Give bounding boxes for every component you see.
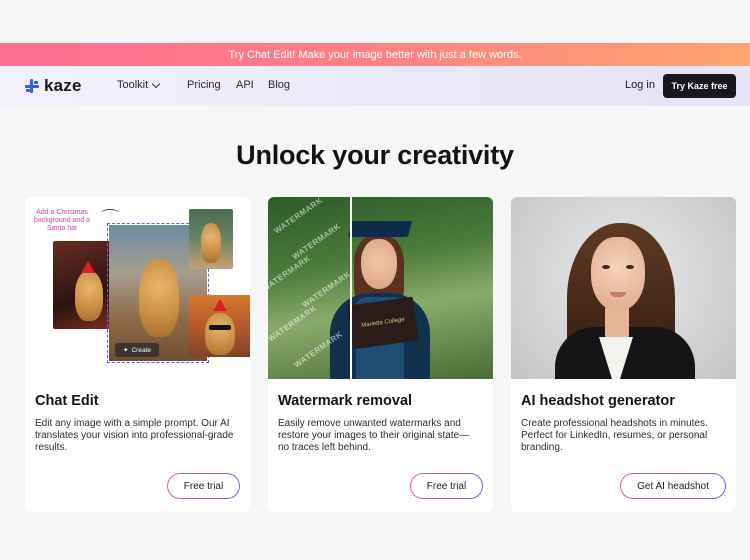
card-title: Watermark removal: [278, 393, 413, 409]
watermark-removal-image: Marietta College WATERMARK WATERMARK WAT…: [268, 197, 493, 379]
top-nav: kaze Toolkit Pricing API Blog Log in: [0, 66, 750, 106]
top-spacer: [0, 0, 750, 43]
logo-wordmark: kaze: [44, 76, 82, 95]
create-label: Create: [131, 346, 151, 354]
nav-blog[interactable]: Blog: [268, 79, 290, 91]
ai-headshot-image: [511, 197, 736, 379]
nav-toolkit-label: Toolkit: [117, 79, 149, 91]
card-description: Easily remove unwanted watermarks and re…: [278, 418, 470, 453]
diploma-text: Marietta College: [360, 316, 406, 330]
create-button[interactable]: ✦ Create: [115, 343, 159, 357]
nav-toolkit[interactable]: Toolkit: [117, 79, 161, 91]
chat-edit-image: Add a Christmas background and a Santa h…: [25, 197, 250, 379]
logo[interactable]: kaze: [25, 76, 82, 96]
page-title: Unlock your creativity: [236, 140, 514, 170]
chevron-down-icon: [151, 79, 161, 88]
card-chat-edit: Add a Christmas background and a Santa h…: [25, 197, 250, 512]
nav-api[interactable]: API: [236, 79, 254, 91]
sparkle-icon: ✦: [123, 347, 129, 354]
nav-pricing[interactable]: Pricing: [187, 79, 221, 91]
garden-dog-photo: [189, 209, 233, 269]
diploma: Marietta College: [347, 296, 419, 350]
try-kaze-free-button[interactable]: Try Kaze free: [663, 74, 736, 98]
card-description: Edit any image with a simple prompt. Our…: [35, 418, 234, 453]
arrow-icon: [101, 209, 119, 217]
watermark-free-trial-button[interactable]: Free trial: [410, 473, 483, 499]
get-ai-headshot-button[interactable]: Get AI headshot: [620, 473, 726, 499]
prompt-note: Add a Christmas background and a Santa h…: [33, 209, 91, 232]
promo-link[interactable]: Try Chat Edit! Make your image better wi…: [228, 49, 521, 61]
before-after-divider[interactable]: [350, 197, 352, 379]
card-description: Create professional headshots in minutes…: [521, 418, 708, 453]
card-watermark-removal: Marietta College WATERMARK WATERMARK WAT…: [268, 197, 493, 512]
kaze-logo-icon: [25, 79, 39, 93]
chat-edit-free-trial-button[interactable]: Free trial: [167, 473, 240, 499]
sunglasses-dog-photo: [189, 295, 250, 357]
card-title: AI headshot generator: [521, 393, 675, 409]
card-ai-headshot: AI headshot generator Create professiona…: [511, 197, 736, 512]
promo-banner[interactable]: Try Chat Edit! Make your image better wi…: [0, 43, 750, 66]
card-title: Chat Edit: [35, 393, 99, 409]
login-link[interactable]: Log in: [625, 79, 655, 91]
